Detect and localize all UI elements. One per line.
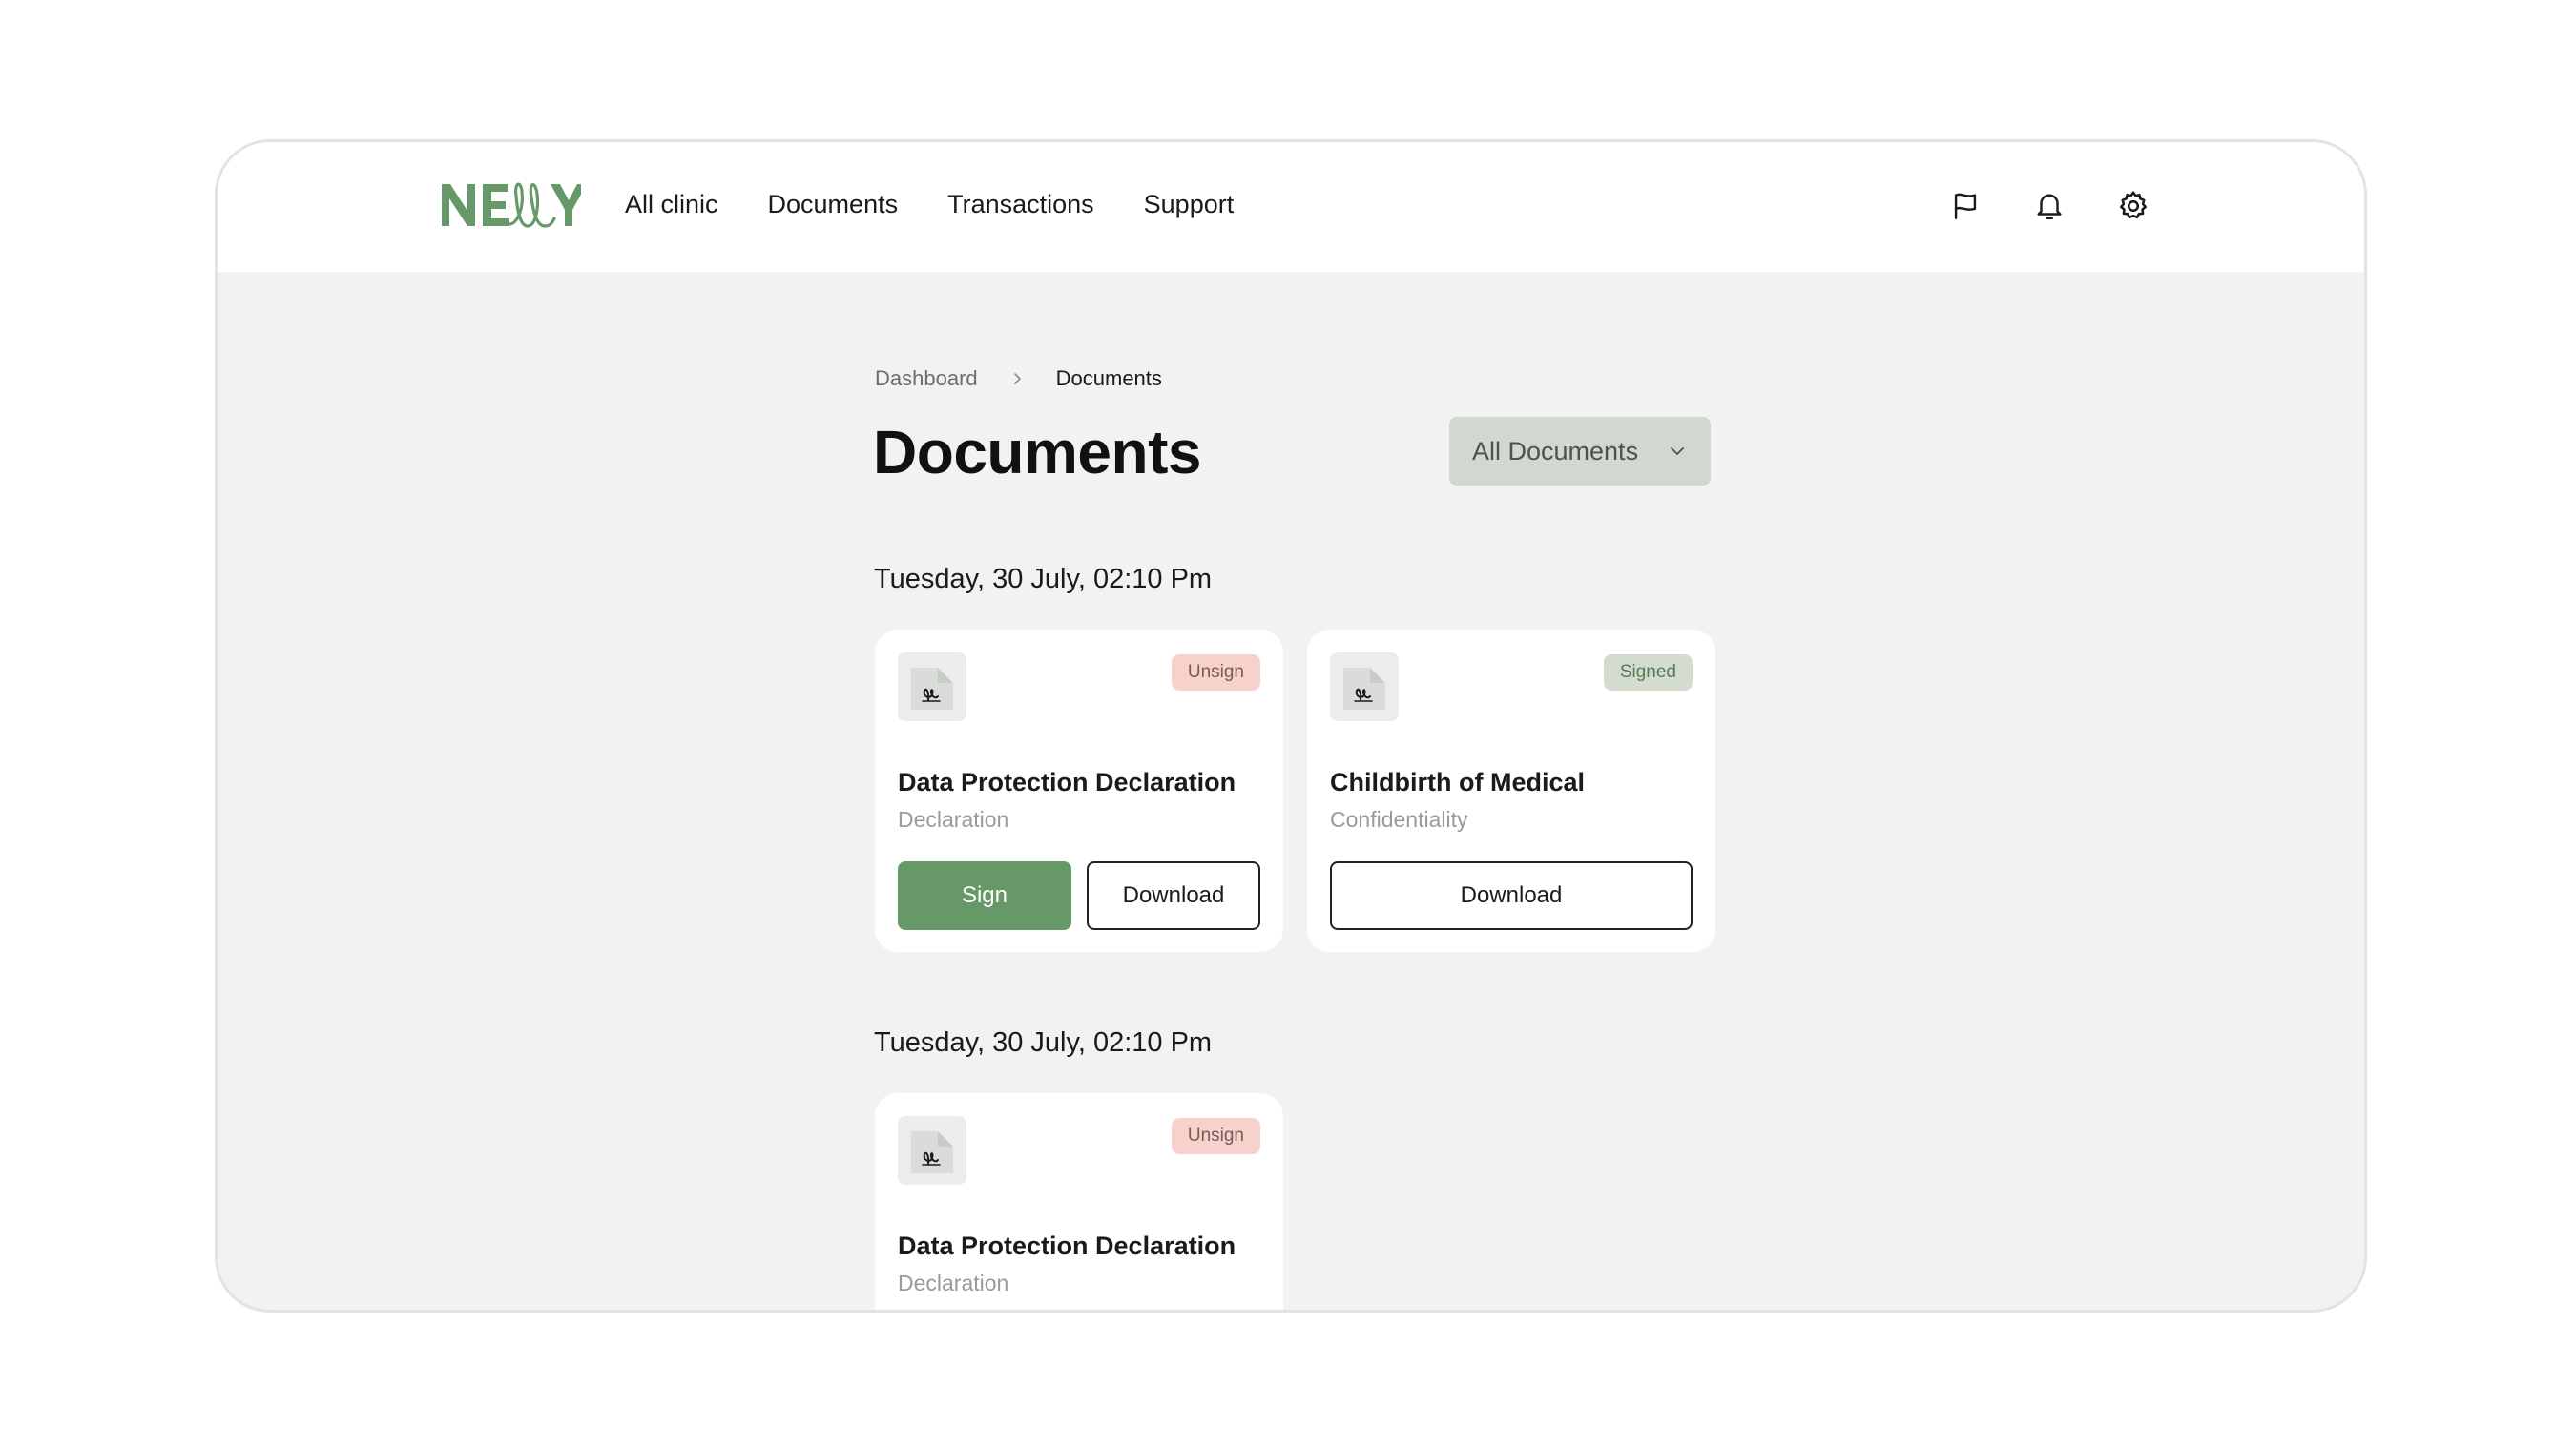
bell-icon[interactable]: [2028, 185, 2070, 227]
flag-icon[interactable]: [1944, 185, 1986, 227]
document-type: Declaration: [898, 807, 1009, 832]
chevron-right-icon: [1007, 368, 1028, 389]
logo-mark: [442, 182, 581, 228]
breadcrumb: Dashboard Documents: [875, 364, 1162, 393]
document-card: Signed Childbirth of Medical Confidentia…: [1307, 630, 1715, 952]
filter-selected-value: All Documents: [1472, 436, 1639, 465]
breadcrumb-current: Documents: [1055, 366, 1162, 390]
main-nav: All clinic Documents Transactions Suppor…: [625, 180, 1234, 228]
status-badge: Unsign: [1171, 654, 1260, 691]
document-card: Unsign Data Protection Declaration Decla…: [875, 1093, 1283, 1310]
signature-document-icon: [1330, 652, 1399, 721]
page-title: Documents: [873, 418, 1202, 486]
document-type: Confidentiality: [1330, 807, 1468, 832]
status-badge: Unsign: [1171, 1118, 1260, 1154]
document-group-date: Tuesday, 30 July, 02:10 Pm: [874, 564, 1213, 594]
document-group-date: Tuesday, 30 July, 02:10 Pm: [874, 1027, 1213, 1058]
nav-item-transactions[interactable]: Transactions: [947, 180, 1094, 228]
download-button[interactable]: Download: [1087, 861, 1260, 930]
document-card: Unsign Data Protection Declaration Decla…: [875, 630, 1283, 952]
brand-logo[interactable]: [440, 171, 581, 239]
signature-document-icon: [898, 652, 966, 721]
nav-item-support[interactable]: Support: [1144, 180, 1235, 228]
sign-button[interactable]: Sign: [898, 861, 1071, 930]
document-title: Data Protection Declaration: [898, 1231, 1236, 1260]
top-navigation-bar: All clinic Documents Transactions Suppor…: [218, 142, 2364, 272]
document-title: Childbirth of Medical: [1330, 768, 1585, 796]
breadcrumb-dashboard[interactable]: Dashboard: [875, 364, 978, 393]
nav-item-documents[interactable]: Documents: [768, 180, 899, 228]
signature-document-icon: [898, 1116, 966, 1185]
nav-item-all-clinic[interactable]: All clinic: [625, 180, 718, 228]
chevron-down-icon: [1667, 441, 1688, 462]
app-window: All clinic Documents Transactions Suppor…: [215, 139, 2367, 1313]
download-button[interactable]: Download: [1330, 861, 1693, 930]
document-filter-dropdown[interactable]: All Documents: [1449, 417, 1711, 486]
document-type: Declaration: [898, 1271, 1009, 1295]
status-badge: Signed: [1603, 654, 1693, 691]
document-title: Data Protection Declaration: [898, 768, 1236, 796]
settings-icon[interactable]: [2112, 185, 2154, 227]
